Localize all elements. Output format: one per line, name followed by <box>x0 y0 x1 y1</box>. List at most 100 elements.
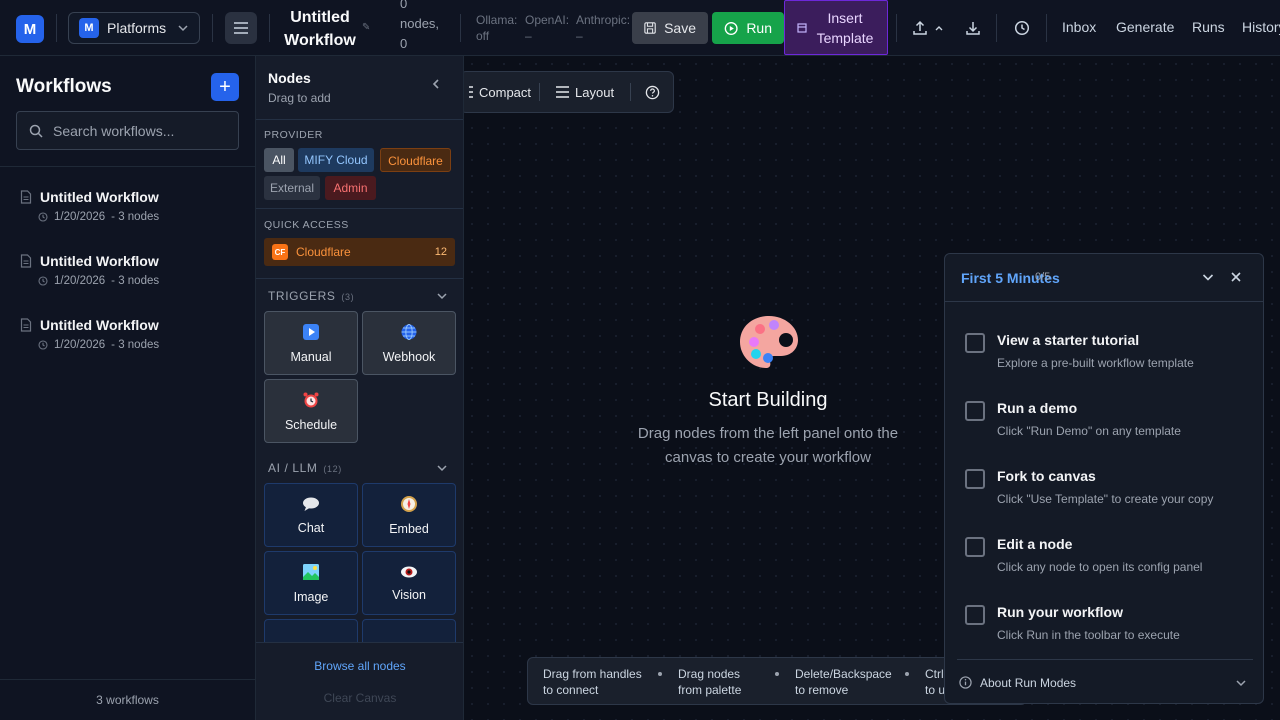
chevron-down-icon[interactable] <box>436 462 448 474</box>
step-checkbox[interactable] <box>965 333 985 353</box>
top-bar: M M Platforms Untitled Workflow ✎ 0 node… <box>0 0 1280 56</box>
nodes-panel: Nodes Drag to add PROVIDER All MIFY Clou… <box>256 56 464 720</box>
clock-icon <box>38 212 48 222</box>
hint-palette: Drag nodes from palette <box>678 667 742 697</box>
close-icon[interactable] <box>1229 270 1243 284</box>
platforms-label: Platforms <box>107 20 167 36</box>
document-icon <box>20 318 32 332</box>
layout-button[interactable]: Layout <box>540 85 622 100</box>
provider-filter-mify-cloud[interactable]: MIFY Cloud <box>298 148 374 172</box>
nodes-panel-title: Nodes <box>268 70 311 86</box>
workflow-count: 3 workflows <box>0 679 255 720</box>
insert-template-button[interactable]: Insert Template <box>784 0 888 55</box>
nav-generate[interactable]: Generate <box>1116 19 1174 35</box>
save-button[interactable]: Save <box>632 12 708 44</box>
browse-all-nodes-link[interactable]: Browse all nodes <box>256 659 463 673</box>
workflow-name: Untitled Workflow <box>40 317 159 333</box>
chevron-down-icon <box>1236 679 1246 686</box>
clock-icon <box>38 276 48 286</box>
provider-status-anthropic: Anthropic: – <box>576 13 631 43</box>
platforms-dropdown[interactable]: M Platforms <box>68 12 200 44</box>
divider <box>256 278 463 279</box>
onboarding-step[interactable]: Run a demo Click "Run Demo" on any templ… <box>945 397 1263 465</box>
sidebar-title: Workflows <box>16 76 112 97</box>
workflow-list-item[interactable]: Untitled Workflow 1/20/2026 - 3 nodes <box>0 312 255 368</box>
help-button[interactable] <box>631 85 668 100</box>
step-checkbox[interactable] <box>965 401 985 421</box>
palette-icon <box>740 316 798 368</box>
divider <box>256 119 463 120</box>
compact-button[interactable]: Compact <box>464 85 539 100</box>
hint-remove: Delete/Backspace to remove <box>795 667 892 697</box>
onboarding-step[interactable]: View a starter tutorial Explore a pre-bu… <box>945 329 1263 397</box>
provider-filter-all[interactable]: All <box>264 148 294 172</box>
hamburger-icon <box>556 86 570 98</box>
chevron-down-icon[interactable] <box>1201 270 1215 284</box>
workflow-title[interactable]: Untitled Workflow <box>280 6 360 52</box>
play-icon <box>302 323 320 344</box>
workflow-list-item[interactable]: Untitled Workflow 1/20/2026 - 3 nodes <box>0 248 255 304</box>
workflow-list-item[interactable]: Untitled Workflow 1/20/2026 - 3 nodes <box>0 184 255 240</box>
node-schedule[interactable]: Schedule <box>264 379 358 443</box>
step-checkbox[interactable] <box>965 469 985 489</box>
hint-separator <box>775 672 779 676</box>
nav-history[interactable]: History <box>1242 19 1280 35</box>
chevron-down-icon[interactable] <box>436 290 448 302</box>
divider <box>1046 14 1047 42</box>
chevron-left-icon[interactable] <box>430 78 442 90</box>
divider <box>212 14 213 42</box>
help-circle-icon <box>645 85 660 99</box>
provider-filter-external[interactable]: External <box>264 176 320 200</box>
about-run-modes-toggle[interactable]: About Run Modes <box>957 659 1253 703</box>
hint-separator <box>658 672 662 676</box>
divider <box>896 14 897 42</box>
app-logo[interactable]: M <box>16 15 44 43</box>
add-workflow-button[interactable]: + <box>211 73 239 101</box>
speech-bubble-icon <box>302 496 320 515</box>
hint-connect: Drag from handles to connect <box>543 667 642 697</box>
history-clock-button[interactable] <box>1010 16 1034 40</box>
provider-filter-cloudflare[interactable]: Cloudflare <box>380 148 451 172</box>
nodes-panel-footer: Browse all nodes Clear Canvas <box>256 642 463 720</box>
run-button[interactable]: Run <box>712 12 784 44</box>
hamburger-icon <box>234 22 248 34</box>
step-checkbox[interactable] <box>965 605 985 625</box>
node-image[interactable]: Image <box>264 551 358 615</box>
divider <box>269 14 270 42</box>
menu-toggle-button[interactable] <box>225 12 257 44</box>
onboarding-progress: 0/5 <box>1035 271 1051 283</box>
onboarding-step[interactable]: Edit a node Click any node to open its c… <box>945 533 1263 601</box>
onboarding-step[interactable]: Fork to canvas Click "Use Template" to c… <box>945 465 1263 533</box>
triggers-section-header[interactable]: TRIGGERS (3) <box>268 289 354 303</box>
nav-runs[interactable]: Runs <box>1192 19 1225 35</box>
quick-access-label: QUICK ACCESS <box>264 219 349 231</box>
compass-icon <box>400 495 418 516</box>
divider <box>56 14 57 42</box>
ai-llm-section-header[interactable]: AI / LLM (12) <box>268 461 342 475</box>
node-chat[interactable]: Chat <box>264 483 358 547</box>
clock-icon <box>38 340 48 350</box>
search-input[interactable] <box>53 122 223 139</box>
workflow-meta: 1/20/2026 - 3 nodes <box>38 275 159 287</box>
node-vision[interactable]: Vision <box>362 551 456 615</box>
globe-icon <box>400 323 418 344</box>
clock-icon <box>1014 20 1030 36</box>
pencil-icon[interactable]: ✎ <box>362 22 370 33</box>
hint-undo: Ctrl to u <box>925 667 946 697</box>
picture-icon <box>302 563 320 584</box>
quick-access-cloudflare[interactable]: CF Cloudflare 12 <box>264 238 455 266</box>
provider-filter-admin[interactable]: Admin <box>325 176 376 200</box>
clear-canvas-button[interactable]: Clear Canvas <box>256 691 463 705</box>
node-manual[interactable]: Manual <box>264 311 358 375</box>
step-checkbox[interactable] <box>965 537 985 557</box>
export-dropdown-button[interactable] <box>910 16 946 40</box>
workflow-name: Untitled Workflow <box>40 253 159 269</box>
download-button[interactable] <box>961 16 985 40</box>
node-embed[interactable]: Embed <box>362 483 456 547</box>
play-circle-icon <box>724 21 738 35</box>
hint-separator <box>905 672 909 676</box>
nav-inbox[interactable]: Inbox <box>1062 19 1096 35</box>
document-icon <box>20 190 32 204</box>
workflow-meta: 1/20/2026 - 3 nodes <box>38 339 159 351</box>
node-webhook[interactable]: Webhook <box>362 311 456 375</box>
